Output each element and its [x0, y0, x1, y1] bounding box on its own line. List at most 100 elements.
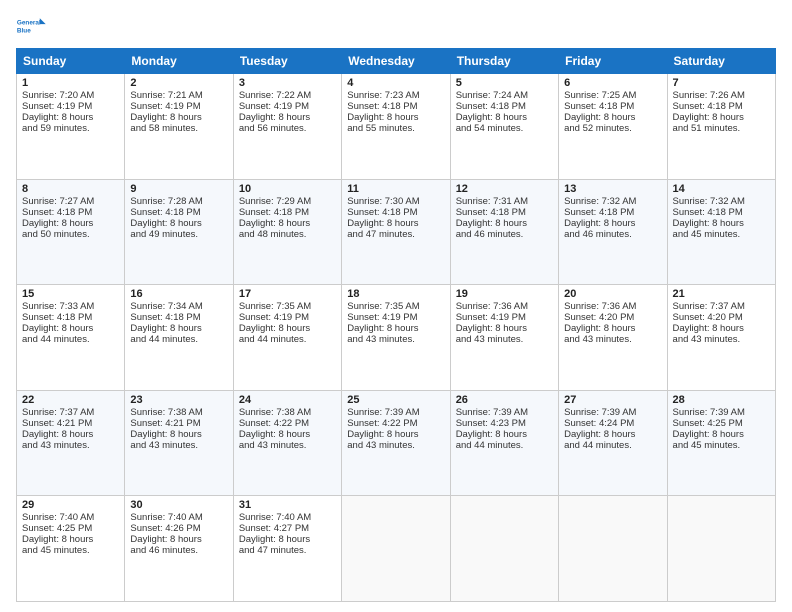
- day-info: Sunset: 4:18 PM: [130, 312, 227, 323]
- day-info: Sunset: 4:18 PM: [130, 207, 227, 218]
- day-cell: 15Sunrise: 7:33 AMSunset: 4:18 PMDayligh…: [17, 285, 125, 391]
- day-info: Sunrise: 7:35 AM: [347, 301, 444, 312]
- day-number: 29: [22, 499, 119, 511]
- day-info: Sunset: 4:20 PM: [564, 312, 661, 323]
- day-info: Sunrise: 7:23 AM: [347, 90, 444, 101]
- week-row-4: 22Sunrise: 7:37 AMSunset: 4:21 PMDayligh…: [17, 390, 776, 496]
- day-cell: 24Sunrise: 7:38 AMSunset: 4:22 PMDayligh…: [233, 390, 341, 496]
- day-info: Sunset: 4:18 PM: [673, 101, 770, 112]
- day-info: Daylight: 8 hours: [239, 429, 336, 440]
- day-cell: 19Sunrise: 7:36 AMSunset: 4:19 PMDayligh…: [450, 285, 558, 391]
- day-info: Sunrise: 7:38 AM: [130, 407, 227, 418]
- day-number: 19: [456, 288, 553, 300]
- header-row: SundayMondayTuesdayWednesdayThursdayFrid…: [17, 49, 776, 74]
- day-info: and 44 minutes.: [456, 440, 553, 451]
- day-info: Daylight: 8 hours: [130, 534, 227, 545]
- week-row-3: 15Sunrise: 7:33 AMSunset: 4:18 PMDayligh…: [17, 285, 776, 391]
- col-header-tuesday: Tuesday: [233, 49, 341, 74]
- svg-text:Blue: Blue: [17, 27, 31, 34]
- day-cell: 5Sunrise: 7:24 AMSunset: 4:18 PMDaylight…: [450, 74, 558, 180]
- day-info: and 59 minutes.: [22, 123, 119, 134]
- day-info: Sunset: 4:18 PM: [564, 101, 661, 112]
- day-cell: 2Sunrise: 7:21 AMSunset: 4:19 PMDaylight…: [125, 74, 233, 180]
- day-cell: 8Sunrise: 7:27 AMSunset: 4:18 PMDaylight…: [17, 179, 125, 285]
- day-number: 31: [239, 499, 336, 511]
- day-info: Sunset: 4:18 PM: [22, 312, 119, 323]
- day-info: and 44 minutes.: [130, 334, 227, 345]
- day-number: 26: [456, 394, 553, 406]
- day-info: Sunset: 4:23 PM: [456, 418, 553, 429]
- day-number: 6: [564, 77, 661, 89]
- day-cell: 6Sunrise: 7:25 AMSunset: 4:18 PMDaylight…: [559, 74, 667, 180]
- day-info: and 43 minutes.: [239, 440, 336, 451]
- day-info: Sunrise: 7:36 AM: [456, 301, 553, 312]
- day-info: Sunrise: 7:35 AM: [239, 301, 336, 312]
- calendar-table: SundayMondayTuesdayWednesdayThursdayFrid…: [16, 48, 776, 602]
- day-info: and 43 minutes.: [130, 440, 227, 451]
- day-info: Sunset: 4:18 PM: [347, 207, 444, 218]
- day-info: Sunrise: 7:39 AM: [456, 407, 553, 418]
- svg-text:General: General: [17, 20, 41, 27]
- day-info: and 46 minutes.: [564, 229, 661, 240]
- day-number: 9: [130, 183, 227, 195]
- day-info: Sunset: 4:18 PM: [347, 101, 444, 112]
- day-cell: 28Sunrise: 7:39 AMSunset: 4:25 PMDayligh…: [667, 390, 775, 496]
- day-number: 16: [130, 288, 227, 300]
- day-info: and 51 minutes.: [673, 123, 770, 134]
- day-number: 22: [22, 394, 119, 406]
- day-info: Sunrise: 7:20 AM: [22, 90, 119, 101]
- day-cell: [450, 496, 558, 602]
- day-info: Sunrise: 7:32 AM: [564, 196, 661, 207]
- day-number: 7: [673, 77, 770, 89]
- day-info: Daylight: 8 hours: [130, 429, 227, 440]
- day-number: 24: [239, 394, 336, 406]
- day-info: Daylight: 8 hours: [564, 323, 661, 334]
- day-number: 4: [347, 77, 444, 89]
- day-info: Sunset: 4:19 PM: [456, 312, 553, 323]
- week-row-1: 1Sunrise: 7:20 AMSunset: 4:19 PMDaylight…: [17, 74, 776, 180]
- day-cell: 1Sunrise: 7:20 AMSunset: 4:19 PMDaylight…: [17, 74, 125, 180]
- day-info: Daylight: 8 hours: [673, 429, 770, 440]
- day-info: and 43 minutes.: [456, 334, 553, 345]
- day-cell: 22Sunrise: 7:37 AMSunset: 4:21 PMDayligh…: [17, 390, 125, 496]
- col-header-saturday: Saturday: [667, 49, 775, 74]
- day-info: Sunset: 4:18 PM: [22, 207, 119, 218]
- day-info: Sunset: 4:22 PM: [239, 418, 336, 429]
- day-info: Daylight: 8 hours: [564, 112, 661, 123]
- day-cell: 14Sunrise: 7:32 AMSunset: 4:18 PMDayligh…: [667, 179, 775, 285]
- day-info: Daylight: 8 hours: [22, 112, 119, 123]
- day-info: Daylight: 8 hours: [347, 112, 444, 123]
- day-info: Sunset: 4:21 PM: [130, 418, 227, 429]
- day-number: 3: [239, 77, 336, 89]
- day-info: Sunset: 4:19 PM: [239, 101, 336, 112]
- day-number: 25: [347, 394, 444, 406]
- day-info: and 43 minutes.: [564, 334, 661, 345]
- day-info: Daylight: 8 hours: [456, 218, 553, 229]
- day-number: 15: [22, 288, 119, 300]
- day-info: Sunrise: 7:31 AM: [456, 196, 553, 207]
- day-info: and 45 minutes.: [22, 545, 119, 556]
- page: GeneralBlue SundayMondayTuesdayWednesday…: [0, 0, 792, 612]
- day-info: and 55 minutes.: [347, 123, 444, 134]
- day-info: Daylight: 8 hours: [564, 218, 661, 229]
- day-cell: 3Sunrise: 7:22 AMSunset: 4:19 PMDaylight…: [233, 74, 341, 180]
- day-cell: 17Sunrise: 7:35 AMSunset: 4:19 PMDayligh…: [233, 285, 341, 391]
- day-info: and 43 minutes.: [22, 440, 119, 451]
- day-info: Daylight: 8 hours: [456, 112, 553, 123]
- day-cell: 16Sunrise: 7:34 AMSunset: 4:18 PMDayligh…: [125, 285, 233, 391]
- day-info: Sunrise: 7:40 AM: [130, 512, 227, 523]
- day-cell: 30Sunrise: 7:40 AMSunset: 4:26 PMDayligh…: [125, 496, 233, 602]
- day-info: Sunset: 4:19 PM: [22, 101, 119, 112]
- day-number: 12: [456, 183, 553, 195]
- day-info: Sunset: 4:25 PM: [673, 418, 770, 429]
- day-info: and 45 minutes.: [673, 440, 770, 451]
- day-info: Daylight: 8 hours: [456, 429, 553, 440]
- day-info: Daylight: 8 hours: [673, 218, 770, 229]
- day-number: 18: [347, 288, 444, 300]
- day-info: Sunrise: 7:21 AM: [130, 90, 227, 101]
- day-info: Daylight: 8 hours: [239, 534, 336, 545]
- week-row-2: 8Sunrise: 7:27 AMSunset: 4:18 PMDaylight…: [17, 179, 776, 285]
- day-info: Daylight: 8 hours: [130, 323, 227, 334]
- day-info: and 50 minutes.: [22, 229, 119, 240]
- day-cell: 25Sunrise: 7:39 AMSunset: 4:22 PMDayligh…: [342, 390, 450, 496]
